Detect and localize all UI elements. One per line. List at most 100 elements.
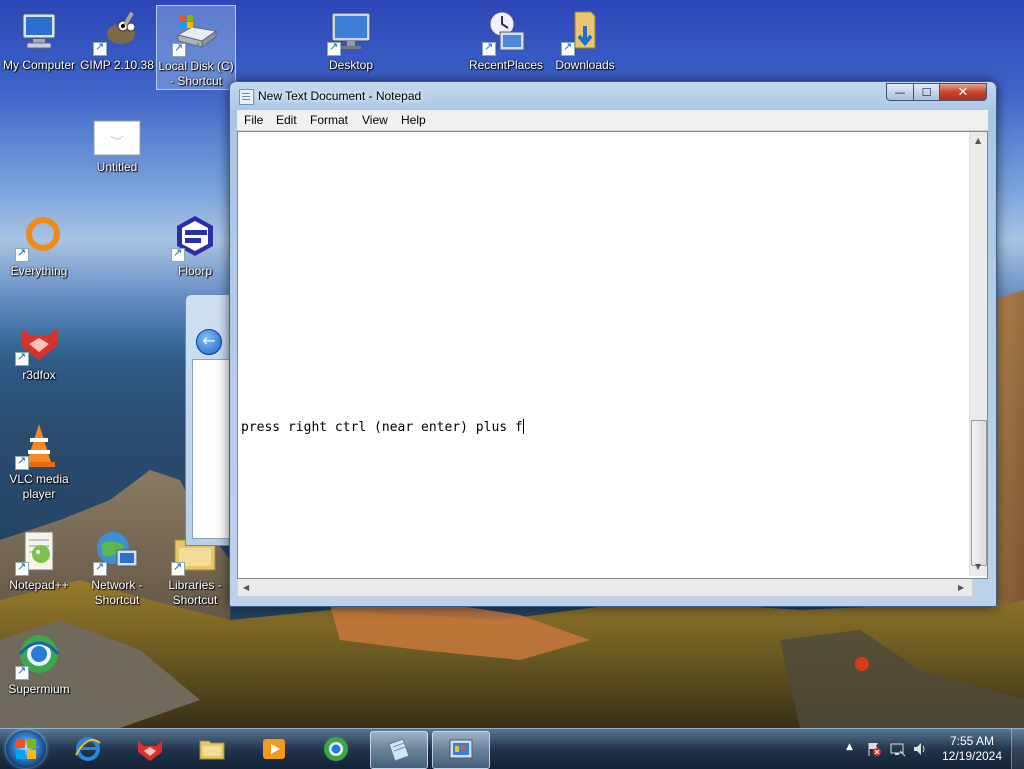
taskbar-media-player[interactable] <box>246 731 302 767</box>
desktop-icon-label: Local Disk (C) - Shortcut <box>158 59 234 88</box>
taskbar-internet-explorer[interactable] <box>60 731 116 767</box>
text-editor-area[interactable]: press right ctrl (near enter) plus f ▲ ▼ <box>237 131 988 579</box>
windows-logo-icon <box>16 739 36 759</box>
shortcut-arrow-icon <box>172 41 186 57</box>
menu-bar: File Edit Format View Help <box>237 110 988 131</box>
vlc-cone-icon <box>15 422 63 470</box>
internet-explorer-icon <box>75 737 101 761</box>
desktop-icon-label: Notepad++ <box>9 578 69 592</box>
desktop-icon-vlc[interactable]: VLC media player <box>0 422 78 502</box>
r3dfox-icon <box>15 318 63 366</box>
taskbar-r3dfox[interactable] <box>122 731 178 767</box>
notepad-icon <box>388 738 410 762</box>
recent-places-icon <box>482 8 530 56</box>
menu-format[interactable]: Format <box>310 113 348 127</box>
desktop-icon-desktop[interactable]: Desktop <box>312 8 390 73</box>
desktop-icon-gimp[interactable]: GIMP 2.10.38 <box>78 8 156 73</box>
desktop[interactable]: My Computer GIMP 2.10.38 Local Disk (C) … <box>0 0 1024 728</box>
desktop-icon-label: GIMP 2.10.38 <box>80 58 154 72</box>
drive-icon <box>172 9 220 57</box>
desktop-icon-everything[interactable]: Everything <box>0 214 78 279</box>
scroll-left-arrow-icon[interactable]: ◀ <box>243 583 249 592</box>
taskbar: ▲ 7:55 AM 12/19/2024 <box>0 728 1024 769</box>
volume-icon[interactable] <box>912 741 928 757</box>
editor-text-content: press right ctrl (near enter) plus f <box>241 420 523 435</box>
r3dfox-icon <box>138 741 162 761</box>
shortcut-arrow-icon <box>15 560 29 576</box>
desktop-icon-recent-places[interactable]: RecentPlaces <box>467 8 545 73</box>
menu-view[interactable]: View <box>362 113 388 127</box>
downloads-folder-icon <box>561 8 609 56</box>
network-status-icon[interactable] <box>890 741 906 757</box>
desktop-icon-downloads[interactable]: Downloads <box>546 8 624 73</box>
desktop-icon-label: Everything <box>10 264 68 278</box>
menu-file[interactable]: File <box>244 113 263 127</box>
desktop-icon-supermium[interactable]: Supermium <box>0 632 78 697</box>
desktop-icon-label: Desktop <box>328 58 374 72</box>
scroll-up-arrow-icon[interactable]: ▲ <box>975 136 981 145</box>
supermium-icon <box>15 632 63 680</box>
editor-text: press right ctrl (near enter) plus f <box>241 419 524 435</box>
taskbar-control-panel[interactable] <box>432 731 490 769</box>
vertical-scroll-thumb[interactable] <box>971 420 987 566</box>
image-file-icon <box>93 120 141 156</box>
close-button[interactable]: ✕ <box>939 83 987 101</box>
taskbar-notepad[interactable] <box>370 731 428 769</box>
shortcut-arrow-icon <box>15 664 29 680</box>
system-clock[interactable]: 7:55 AM 12/19/2024 <box>936 734 1008 764</box>
shortcut-arrow-icon <box>327 40 341 56</box>
horizontal-scrollbar[interactable]: ◀ ▶ <box>237 579 973 597</box>
desktop-icon-my-computer[interactable]: My Computer <box>0 8 78 73</box>
shortcut-arrow-icon <box>561 40 575 56</box>
network-globe-icon <box>93 528 141 576</box>
monitor-icon <box>327 8 375 56</box>
menu-help[interactable]: Help <box>401 113 426 127</box>
scroll-down-arrow-icon[interactable]: ▼ <box>975 562 981 571</box>
shortcut-arrow-icon <box>482 40 496 56</box>
everything-search-icon <box>15 214 63 262</box>
computer-icon <box>15 8 63 56</box>
notepad-plus-plus-icon <box>15 528 63 576</box>
shortcut-arrow-icon <box>15 246 29 262</box>
notepad-app-icon[interactable] <box>239 89 254 105</box>
scroll-right-arrow-icon[interactable]: ▶ <box>958 583 964 592</box>
taskbar-supermium[interactable] <box>308 731 364 767</box>
shortcut-arrow-icon <box>15 454 29 470</box>
shortcut-arrow-icon <box>93 40 107 56</box>
back-arrow-icon[interactable]: ← <box>196 329 222 355</box>
shortcut-arrow-icon <box>93 560 107 576</box>
floorp-icon <box>171 214 219 262</box>
show-desktop-button[interactable] <box>1011 729 1024 769</box>
supermium-icon <box>324 737 348 761</box>
desktop-icon-label: Supermium <box>8 682 70 696</box>
maximize-button[interactable]: ☐ <box>913 83 940 101</box>
desktop-icon-network[interactable]: Network - Shortcut <box>78 528 156 608</box>
desktop-icon-label: VLC media player <box>9 472 69 501</box>
desktop-icon-notepad-plus-plus[interactable]: Notepad++ <box>0 528 78 593</box>
clock-time: 7:55 AM <box>949 734 995 748</box>
window-title: New Text Document - Notepad <box>258 89 422 103</box>
media-player-icon <box>263 739 285 759</box>
desktop-icon-label: Libraries - Shortcut <box>168 578 222 607</box>
desktop-icon-floorp[interactable]: Floorp <box>156 214 234 279</box>
desktop-icon-local-disk[interactable]: Local Disk (C) - Shortcut <box>156 5 236 90</box>
shortcut-arrow-icon <box>171 560 185 576</box>
clock-date: 12/19/2024 <box>941 749 1003 763</box>
desktop-icon-untitled[interactable]: Untitled <box>78 120 156 175</box>
shortcut-arrow-icon <box>15 350 29 366</box>
desktop-icon-r3dfox[interactable]: r3dfox <box>0 318 78 383</box>
desktop-icon-label: Downloads <box>555 58 615 72</box>
notepad-window[interactable]: New Text Document - Notepad — ☐ ✕ File E… <box>229 81 997 607</box>
minimize-button[interactable]: — <box>886 83 914 101</box>
desktop-icon-label: Network - Shortcut <box>91 578 143 607</box>
start-button[interactable] <box>6 730 46 768</box>
show-hidden-icons-arrow[interactable]: ▲ <box>846 742 853 752</box>
gimp-icon <box>93 8 141 56</box>
menu-edit[interactable]: Edit <box>276 113 297 127</box>
control-panel-icon <box>449 739 473 759</box>
desktop-icon-label: r3dfox <box>22 368 56 382</box>
taskbar-file-explorer[interactable] <box>184 731 240 767</box>
vertical-scrollbar[interactable]: ▲ ▼ <box>969 132 987 576</box>
action-center-flag-icon[interactable] <box>866 741 882 757</box>
desktop-icon-label: My Computer <box>2 58 76 72</box>
